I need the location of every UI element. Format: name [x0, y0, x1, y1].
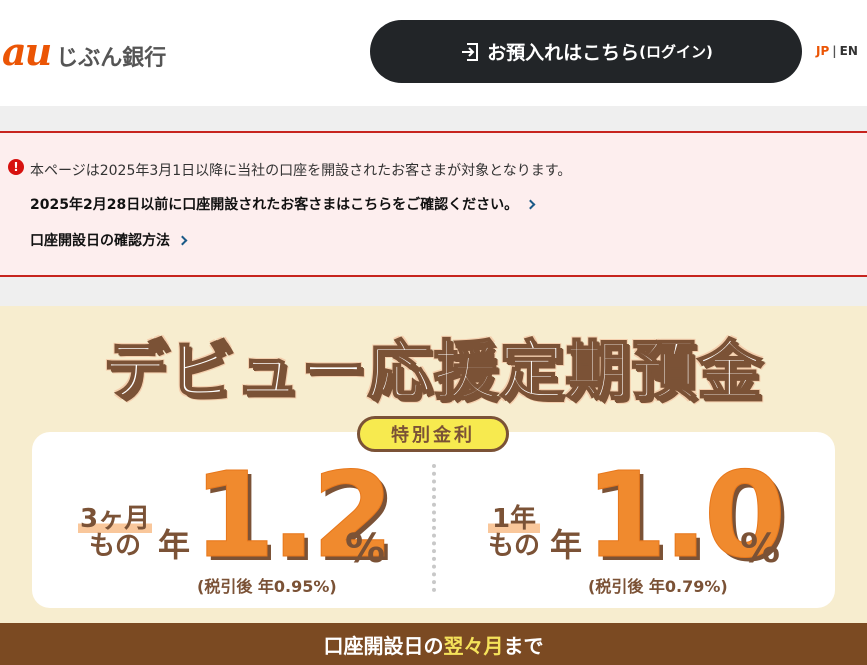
alert-icon: ! — [8, 159, 24, 175]
login-sub-label: (ログイン) — [639, 43, 713, 61]
term-line2: もの — [89, 531, 142, 562]
period-highlight: 翌々月 — [443, 633, 504, 658]
campaign-title: デビュー応援定期預金 — [103, 334, 764, 410]
login-button[interactable]: お預入れはこちら (ログイン) — [370, 20, 802, 83]
logo-text: じぶん銀行 — [56, 46, 167, 71]
term-line1: 3ヶ月 — [78, 504, 153, 534]
after-tax-rate-3-months: (税引後 年0.95%) — [197, 577, 337, 596]
campaign-period-band: 口座開設日の 翌々月 まで — [0, 623, 867, 665]
percent-sign: % — [740, 526, 781, 572]
login-label: お預入れはこちら — [487, 42, 640, 64]
term-line2: もの — [488, 531, 541, 562]
lang-en-link[interactable]: EN — [840, 44, 858, 58]
rate-divider — [432, 464, 436, 592]
notice-link-before-march[interactable]: 2025年2月28日以前に口座開設されたお客さまはこちらをご確認ください。 — [30, 194, 536, 214]
term-3-months: 3ヶ月 もの — [78, 504, 153, 562]
campaign-banner[interactable]: デビュー応援定期預金 特別金利 3ヶ月 もの 年 1.2 % (税引後 年0.9… — [0, 306, 867, 665]
site-header: au じぶん銀行 お預入れはこちら (ログイン) JP | EN — [0, 0, 867, 106]
lang-jp-link[interactable]: JP — [816, 44, 829, 58]
lang-separator: | — [832, 44, 837, 58]
notice-link-label: 2025年2月28日以前に口座開設されたお客さまはこちらをご確認ください。 — [30, 197, 519, 213]
au-jibun-bank-logo[interactable]: au じぶん銀行 — [2, 33, 166, 71]
notice-link-label: 口座開設日の確認方法 — [30, 233, 170, 249]
chevron-right-icon — [177, 235, 188, 246]
logo-brand: au — [2, 29, 52, 74]
login-icon — [459, 41, 481, 63]
notice-link-how-to-check[interactable]: 口座開設日の確認方法 — [30, 230, 188, 250]
period-text-pre: 口座開設日の — [323, 633, 444, 658]
special-rate-badge: 特別金利 — [357, 416, 509, 452]
annual-label: 年 — [158, 526, 191, 564]
language-switcher: JP | EN — [816, 44, 858, 58]
after-tax-rate-1-year: (税引後 年0.79%) — [588, 577, 728, 596]
notice-text: 本ページは2025年3月1日以降に当社の口座を開設されたお客さまが対象となります… — [30, 163, 572, 179]
term-1-year: 1年 もの — [488, 505, 541, 562]
term-line1: 1年 — [488, 505, 541, 534]
notice-box: ! 本ページは2025年3月1日以降に当社の口座を開設されたお客さまが対象となり… — [0, 131, 867, 277]
chevron-right-icon — [525, 199, 536, 210]
period-text-post: まで — [503, 633, 544, 658]
annual-label: 年 — [550, 526, 583, 564]
percent-sign: % — [345, 526, 386, 572]
